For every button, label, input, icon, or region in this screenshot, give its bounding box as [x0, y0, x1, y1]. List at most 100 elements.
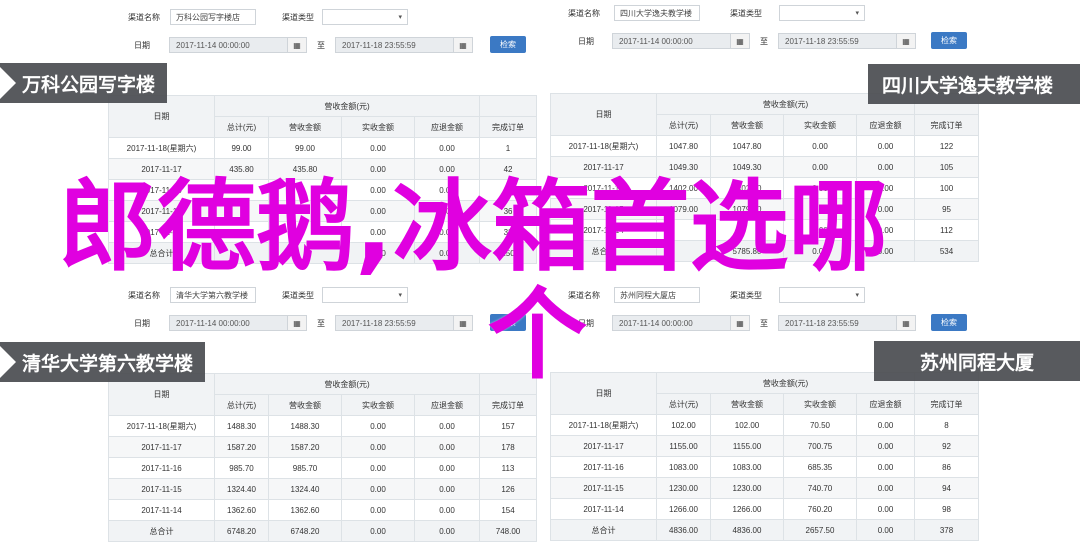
channel-label: 渠道名称: [568, 8, 600, 18]
start-date-input[interactable]: 2017-11-14 00:00:00 ▦: [169, 37, 307, 53]
cell: 1049.30: [656, 156, 711, 178]
calendar-icon[interactable]: ▦: [730, 316, 749, 330]
start-date-input[interactable]: 2017-11-14 00:00:00 ▦: [169, 315, 307, 331]
panel-title: 清华大学第六教学楼: [22, 353, 194, 375]
cell: 0.00: [855, 240, 916, 262]
cell: 378: [914, 519, 980, 541]
start-date-input[interactable]: 2017-11-14 00:00:00 ▦: [612, 315, 750, 331]
cell: 435.80: [268, 158, 342, 180]
calendar-icon[interactable]: ▦: [453, 38, 472, 52]
col-refund: 应退金额: [855, 114, 916, 136]
channel-input[interactable]: 清华大学第六教学楼: [170, 287, 256, 303]
cell: 2017-11-15: [108, 478, 215, 500]
table-row: 2017-11-15 0.00 0.00 36: [108, 200, 538, 222]
table-row: 2017-11-14 1266.00 1266.00 760.20 0.00 98: [550, 498, 980, 520]
end-date-input[interactable]: 2017-11-18 23:55:59 ▦: [778, 33, 916, 49]
cell: 0.00: [855, 477, 916, 499]
cell: 2017-11-18(星期六): [108, 415, 215, 437]
cell: 1155.00: [710, 435, 784, 457]
table-row: 2017-11-15 1079.00 1079.00 0.00 0.00 95: [550, 198, 980, 220]
date-row: 日期 2017-11-14 00:00:00 ▦ 至 2017-11-18 23:…: [550, 31, 916, 51]
table-row: 2017-11-18(星期六) 99.00 99.00 0.00 0.00 1: [108, 137, 538, 159]
table-row: 2017-11-15 1324.40 1324.40 0.00 0.00 126: [108, 478, 538, 500]
channel-row: 渠道名称 万科公园写字楼店 渠道类型 ▾: [110, 7, 408, 27]
cell: 1079.00: [656, 198, 711, 220]
cell: 1047.80: [710, 135, 784, 157]
cell: 0.00: [413, 221, 481, 243]
cell: [656, 240, 711, 262]
panel-title-banner: 苏州同程大厦: [874, 341, 1080, 381]
banner-notch: [0, 63, 16, 103]
cell: 1230.00: [710, 477, 784, 499]
date-column-header: 日期: [550, 372, 657, 415]
date-label: 日期: [134, 318, 150, 328]
col-received: 实收金额: [341, 394, 415, 416]
col-received: 实收金额: [341, 116, 415, 138]
cell: 2017-11-16: [108, 179, 215, 201]
end-date-input[interactable]: 2017-11-18 23:55:59 ▦: [335, 37, 473, 53]
cell: 1587.20: [214, 436, 269, 458]
date-row: 日期 2017-11-14 00:00:00 ▦ 至 2017-11-18 23:…: [110, 35, 473, 55]
cell: 2017-11-17: [550, 435, 657, 457]
panel-title: 苏州同程大厦: [919, 352, 1034, 374]
table-row: 2017-11-18(星期六) 102.00 102.00 70.50 0.00 8: [550, 414, 980, 436]
table-row: 2017-11-17 1587.20 1587.20 0.00 0.00 178: [108, 436, 538, 458]
search-button[interactable]: 检索: [931, 32, 967, 49]
revenue-table: 日期 营收金额(元) 总计(元) 营收金额 实收金额 应退金额 完成订单 201…: [550, 93, 980, 262]
cell: 0.00: [855, 156, 916, 178]
end-date-input[interactable]: 2017-11-18 23:55:59 ▦: [778, 315, 916, 331]
channel-row: 渠道名称 清华大学第六教学楼 渠道类型 ▾: [110, 285, 408, 305]
report-panel-suzhou: 渠道名称 苏州同程大厦店 渠道类型 ▾ 日期 2017-11-14 00:00:…: [540, 276, 1080, 551]
cell: 70.50: [783, 414, 857, 436]
cell: 102.00: [710, 414, 784, 436]
banner-notch: [0, 342, 16, 382]
cell: 157: [479, 415, 538, 437]
calendar-icon[interactable]: ▦: [287, 316, 306, 330]
panel-title: 万科公园写字楼: [22, 74, 156, 96]
cell: 5785.80: [710, 240, 784, 262]
channel-type-select[interactable]: ▾: [322, 287, 408, 303]
search-button[interactable]: 检索: [490, 314, 526, 331]
calendar-icon[interactable]: ▦: [896, 34, 915, 48]
cell: 2017-11-14: [550, 498, 657, 520]
channel-type-select[interactable]: ▾: [779, 287, 865, 303]
revenue-table: 日期 营收金额(元) 总计(元) 营收金额 实收金额 应退金额 完成订单 201…: [108, 373, 538, 542]
calendar-icon[interactable]: ▦: [730, 34, 749, 48]
revenue-group-header: 营收金额(元): [213, 373, 481, 395]
cell: 0.00: [783, 156, 857, 178]
calendar-icon[interactable]: ▦: [896, 316, 915, 330]
cell: 0.00: [413, 137, 481, 159]
end-date-value: 2017-11-18 23:55:59: [342, 40, 416, 50]
cell: 6748.20: [268, 520, 342, 542]
cell: 92: [914, 435, 980, 457]
cell: 740.70: [783, 477, 857, 499]
cell: 33: [479, 221, 538, 243]
revenue-table: 日期 营收金额(元) 总计(元) 营收金额 实收金额 应退金额 完成订单 201…: [550, 372, 980, 541]
date-column-header: 日期: [550, 93, 657, 136]
cell: 435.80: [214, 158, 269, 180]
cell: 0.00: [783, 240, 857, 262]
calendar-icon[interactable]: ▦: [287, 38, 306, 52]
cell: 总合计: [550, 519, 657, 541]
channel-input[interactable]: 苏州同程大厦店: [614, 287, 700, 303]
report-panel-wanke: 渠道名称 万科公园写字楼店 渠道类型 ▾ 日期 2017-11-14 00:00…: [0, 0, 540, 275]
channel-input[interactable]: 四川大学逸夫教学楼: [614, 5, 700, 21]
cell: 6748.20: [214, 520, 269, 542]
table-row: 2017-11-14 0.00 0.00 112: [550, 219, 980, 241]
cell: 4836.00: [656, 519, 711, 541]
start-date-input[interactable]: 2017-11-14 00:00:00 ▦: [612, 33, 750, 49]
search-button[interactable]: 检索: [490, 36, 526, 53]
channel-input[interactable]: 万科公园写字楼店: [170, 9, 256, 25]
cell: 0.00: [341, 221, 415, 243]
revenue-table: 日期 营收金额(元) 总计(元) 营收金额 实收金额 应退金额 完成订单 201…: [108, 95, 538, 264]
end-date-input[interactable]: 2017-11-18 23:55:59 ▦: [335, 315, 473, 331]
calendar-icon[interactable]: ▦: [453, 316, 472, 330]
search-button[interactable]: 检索: [931, 314, 967, 331]
cell: 总合计: [108, 242, 215, 264]
cell: 1488.30: [214, 415, 269, 437]
cell: 0.00: [341, 436, 415, 458]
channel-type-select[interactable]: ▾: [779, 5, 865, 21]
channel-type-select[interactable]: ▾: [322, 9, 408, 25]
cell: 2017-11-16: [550, 456, 657, 478]
cell: 0.00: [341, 415, 415, 437]
